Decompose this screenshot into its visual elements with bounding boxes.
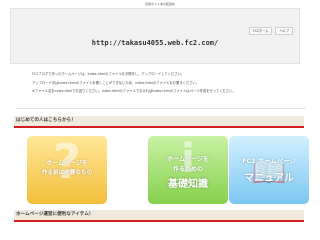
card-requirements[interactable]: ? ホームページを 作る前に必要なもの	[27, 136, 107, 204]
beginners-section-header: はじめての人はこちらから！	[14, 116, 304, 128]
items-section-title: ホームページ運営に便利なアイテム！	[16, 212, 94, 217]
items-section-header: ホームページ運営に便利なアイテム！	[14, 210, 304, 222]
card-manual[interactable]: 📖 FC2 ホームページ マニュアル	[229, 136, 309, 204]
section-redbar	[14, 220, 304, 222]
help-link[interactable]: ヘルプ	[275, 27, 293, 35]
notice-line-1: FC2ブログで作ったホームページは、index.htmlのファイルをお開きし、ア…	[32, 72, 185, 76]
site-url: http://takasu4055.web.fc2.com/	[91, 39, 219, 47]
notice-line-2: アップロード中はindex.htmlのファイルを開くことができないため、inde…	[32, 80, 200, 85]
card-manual-line1: FC2 ホームページ	[242, 157, 296, 165]
card-basics-line3: 基礎知識	[168, 179, 208, 190]
notice-line-3: ※ファイル名をindex.htmlでお送りください。index.htmlのファイ…	[32, 89, 236, 93]
guide-cards: ? ホームページを 作る前に必要なもの i ホームページを 作るための 基礎知識…	[0, 136, 320, 206]
divider	[16, 108, 306, 109]
card-requirements-line2: 作る前に必要なもの	[41, 170, 93, 176]
header-links: FC2ホーム ヘルプ	[248, 27, 293, 35]
top-caption: 忍者ホスト本の転送先	[144, 2, 175, 6]
section-redbar	[14, 126, 304, 128]
card-manual-line2: マニュアル	[244, 173, 294, 184]
fc2-home-link[interactable]: FC2ホーム	[248, 27, 273, 35]
header-panel: FC2ホーム ヘルプ http://takasu4055.web.fc2.com…	[10, 8, 300, 64]
card-requirements-line1: ホームページを	[46, 160, 88, 167]
card-basics[interactable]: i ホームページを 作るための 基礎知識	[148, 136, 228, 204]
notice-text: FC2ブログで作ったホームページは、index.htmlのファイルをお開きし、ア…	[32, 72, 302, 98]
card-basics-line1: ホームページを	[167, 156, 209, 163]
card-basics-line2: 作るための	[172, 166, 203, 173]
beginners-section-title: はじめての人はこちらから！	[16, 118, 76, 123]
